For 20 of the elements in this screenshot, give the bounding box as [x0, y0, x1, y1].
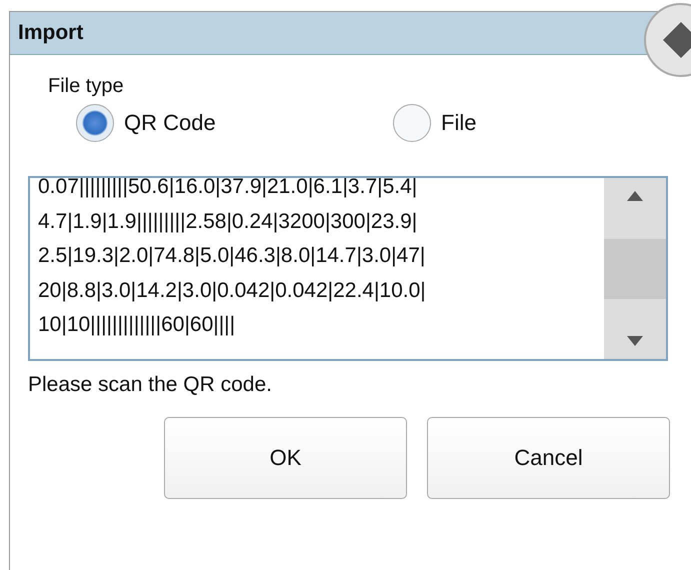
- close-icon[interactable]: [643, 2, 691, 78]
- text-line: 20|8.8|3.0|14.2|3.0|0.042|0.042|22.4|10.0|: [38, 278, 427, 304]
- dialog-button[interactable]: OK: [164, 417, 407, 499]
- file-type-label: File type: [48, 75, 125, 98]
- scrollbar[interactable]: [604, 178, 666, 359]
- scroll-thumb[interactable]: [604, 238, 666, 298]
- text-line: 0.07|||||||||50.6|16.0|37.9|21.0|6.1|3.7|5.4|: [38, 178, 418, 200]
- status-message: Please scan the QR code.: [28, 373, 273, 397]
- text-line: 10|10|||||||||||||60|60||||: [38, 312, 236, 338]
- text-line: 4.7|1.9|1.9|||||||||2.58|0.24|3200|300|23.9|: [38, 208, 418, 234]
- radio-label[interactable]: File: [441, 110, 476, 136]
- radio-button[interactable]: [76, 104, 114, 142]
- radio-button[interactable]: [393, 104, 431, 142]
- text-area[interactable]: [28, 176, 668, 361]
- window-title: Import: [18, 21, 84, 45]
- radio-label[interactable]: QR Code: [124, 110, 216, 136]
- text-line: 2.5|19.3|2.0|74.8|5.0|46.3|8.0|14.7|3.0|47|: [38, 243, 426, 269]
- dialog-button[interactable]: Cancel: [427, 417, 670, 499]
- scroll-up-icon[interactable]: [626, 190, 644, 202]
- scroll-down-icon[interactable]: [626, 335, 644, 347]
